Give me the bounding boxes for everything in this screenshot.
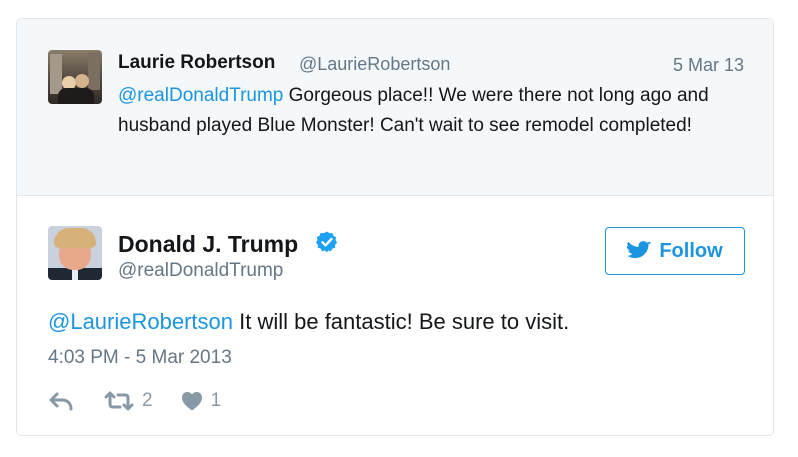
tweet-timestamp[interactable]: 4:03 PM - 5 Mar 2013 bbox=[48, 347, 232, 369]
retweet-count: 2 bbox=[142, 390, 153, 411]
trump-avatar[interactable] bbox=[48, 226, 102, 280]
tweet-mention-link[interactable]: @LaurieRobertson bbox=[48, 309, 233, 334]
tweet-text: @LaurieRobertson It will be fantastic! B… bbox=[48, 309, 569, 335]
tweet-author-handle[interactable]: @realDonaldTrump bbox=[118, 260, 283, 282]
tweet-author-name[interactable]: Donald J. Trump bbox=[118, 231, 298, 258]
like-button[interactable]: 1 bbox=[181, 390, 222, 412]
laurie-avatar[interactable] bbox=[48, 50, 102, 104]
reply-author-name[interactable]: Laurie Robertson bbox=[118, 52, 275, 74]
reply-arrow-icon bbox=[49, 392, 73, 411]
follow-button[interactable]: Follow bbox=[605, 227, 745, 275]
tweet-text-body: It will be fantastic! Be sure to visit. bbox=[233, 309, 570, 334]
retweet-button[interactable]: 2 bbox=[104, 390, 153, 412]
reply-tweet-text: @realDonaldTrump Gorgeous place!! We wer… bbox=[118, 81, 758, 141]
like-count: 1 bbox=[210, 390, 222, 411]
verified-badge-icon bbox=[315, 231, 338, 253]
retweet-icon bbox=[104, 391, 134, 411]
reply-button[interactable] bbox=[48, 391, 74, 411]
reply-date[interactable]: 5 Mar 13 bbox=[673, 55, 744, 76]
reply-mention-link[interactable]: @realDonaldTrump bbox=[118, 85, 283, 106]
in-reply-to-tweet[interactable]: Laurie Robertson @LaurieRobertson 5 Mar … bbox=[17, 19, 773, 196]
twitter-bird-icon bbox=[627, 241, 651, 259]
tweet-actions: 2 1 bbox=[48, 389, 221, 413]
heart-icon bbox=[181, 392, 202, 411]
follow-label: Follow bbox=[659, 239, 723, 262]
embedded-tweet-card: Laurie Robertson @LaurieRobertson 5 Mar … bbox=[16, 18, 774, 436]
reply-author-handle[interactable]: @LaurieRobertson bbox=[299, 54, 450, 75]
